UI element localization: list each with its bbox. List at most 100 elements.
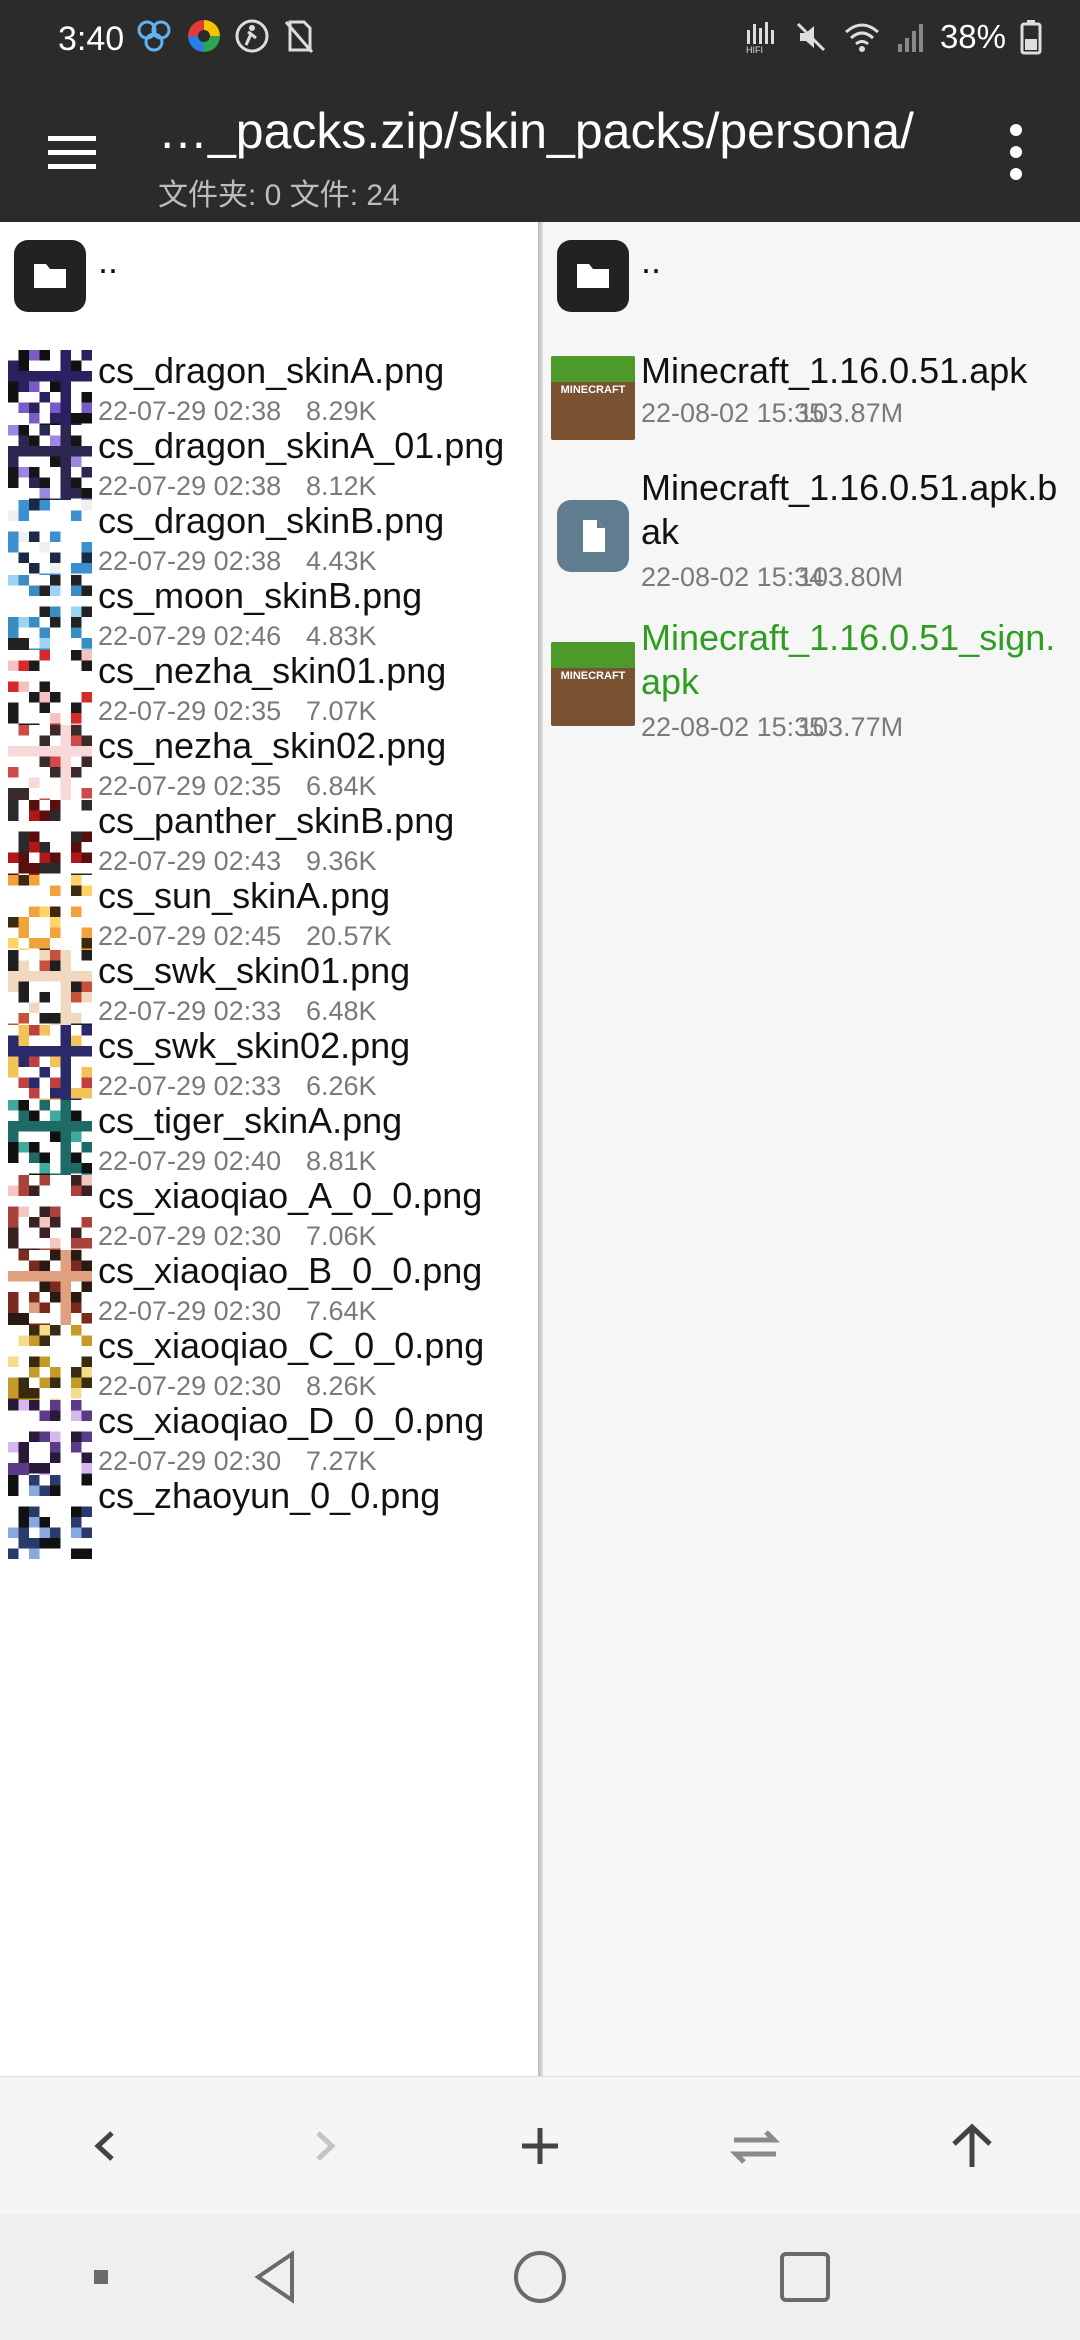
list-item[interactable]: cs_xiaoqiao_A_0_0.png 22-07-29 02:30 7.06K xyxy=(0,1175,538,1259)
file-date: 22-07-29 02:43 xyxy=(98,846,282,876)
list-item[interactable]: cs_nezha_skin02.png 22-07-29 02:35 6.84K xyxy=(0,725,538,809)
nav-back-icon[interactable] xyxy=(240,2240,314,2314)
file-size: 9.36K xyxy=(306,846,377,876)
forward-icon[interactable] xyxy=(288,2111,358,2181)
list-item[interactable]: cs_zhaoyun_0_0.png xyxy=(0,1475,538,1559)
file-name: cs_sun_skinA.png xyxy=(98,875,391,916)
parent-folder-label: .. xyxy=(98,240,119,281)
list-item[interactable]: cs_xiaoqiao_B_0_0.png 22-07-29 02:30 7.64K xyxy=(0,1250,538,1334)
file-date: 22-07-29 02:45 xyxy=(98,921,282,951)
file-name: cs_nezha_skin01.png xyxy=(98,650,447,691)
file-name: Minecraft_1.16.0.51.apk xyxy=(641,350,1028,391)
app-bar: …_packs.zip/skin_packs/persona/ 文件夹: 0 文… xyxy=(0,80,1080,222)
list-item[interactable]: Minecraft_1.16.0.51.apk.bak 22-08-02 15:… xyxy=(543,462,1080,612)
battery-icon xyxy=(1020,20,1042,55)
menu-dot-icon[interactable] xyxy=(64,2240,138,2314)
image-thumbnail-icon xyxy=(8,425,92,509)
parent-folder-row[interactable]: .. xyxy=(543,240,1080,320)
bottom-toolbar xyxy=(0,2076,1080,2214)
bubbles-icon xyxy=(137,20,171,52)
image-thumbnail-icon xyxy=(8,1025,92,1109)
mute-icon xyxy=(796,22,825,52)
file-size: 103.87M xyxy=(798,398,904,428)
document-icon xyxy=(557,500,629,572)
file-name: cs_xiaoqiao_D_0_0.png xyxy=(98,1400,485,1441)
folder-icon xyxy=(14,240,86,312)
file-size: 7.06K xyxy=(306,1221,377,1251)
svg-text:HIFI: HIFI xyxy=(746,45,763,54)
file-size: 6.84K xyxy=(306,771,377,801)
file-name: cs_moon_skinB.png xyxy=(98,575,423,616)
file-name: cs_dragon_skinA_01.png xyxy=(98,425,505,466)
file-name: cs_xiaoqiao_A_0_0.png xyxy=(98,1175,483,1216)
file-date: 22-07-29 02:35 xyxy=(98,771,282,801)
file-date: 22-07-29 02:40 xyxy=(98,1146,282,1176)
minecraft-icon: MINECRAFT xyxy=(551,356,635,440)
list-item[interactable]: cs_sun_skinA.png 22-07-29 02:45 20.57K xyxy=(0,875,538,959)
left-file-pane[interactable]: .. cs_dragon_skinA.png 22-07-29 02:38 8.29… xyxy=(0,222,538,2076)
file-date: 22-07-29 02:35 xyxy=(98,696,282,726)
right-file-pane[interactable]: .. MINECRAFT Minecraft_1.16.0.51.apk 22-… xyxy=(543,222,1080,2076)
image-thumbnail-icon xyxy=(8,1250,92,1334)
file-date: 22-07-29 02:38 xyxy=(98,396,282,426)
file-name: cs_xiaoqiao_B_0_0.png xyxy=(98,1250,483,1291)
file-size: 7.07K xyxy=(306,696,377,726)
list-item[interactable]: cs_swk_skin01.png 22-07-29 02:33 6.48K xyxy=(0,950,538,1034)
minecraft-logo-text: MINECRAFT xyxy=(560,384,626,396)
list-item[interactable]: cs_nezha_skin01.png 22-07-29 02:35 7.07K xyxy=(0,650,538,734)
status-left-icons xyxy=(134,18,316,54)
image-thumbnail-icon xyxy=(8,575,92,659)
image-thumbnail-icon xyxy=(8,1475,92,1559)
list-item[interactable]: cs_dragon_skinA.png 22-07-29 02:38 8.29K xyxy=(0,350,538,434)
file-name: cs_tiger_skinA.png xyxy=(98,1100,403,1141)
folder-file-counts: 文件夹: 0 文件: 24 xyxy=(158,179,400,212)
list-item[interactable]: MINECRAFT Minecraft_1.16.0.51_sign.apk 2… xyxy=(543,612,1080,762)
folder-icon xyxy=(557,240,629,312)
image-thumbnail-icon xyxy=(8,1325,92,1409)
list-item[interactable]: MINECRAFT Minecraft_1.16.0.51.apk 22-08-… xyxy=(543,350,1080,460)
list-item[interactable]: cs_xiaoqiao_D_0_0.png 22-07-29 02:30 7.27K xyxy=(0,1400,538,1484)
home-icon[interactable] xyxy=(503,2240,577,2314)
file-size: 7.27K xyxy=(306,1446,377,1476)
recents-icon[interactable] xyxy=(768,2240,842,2314)
image-thumbnail-icon xyxy=(8,1175,92,1259)
file-size: 4.43K xyxy=(306,546,377,576)
back-icon[interactable] xyxy=(72,2111,142,2181)
file-size: 103.80M xyxy=(798,562,904,592)
list-item[interactable]: cs_moon_skinB.png 22-07-29 02:46 4.83K xyxy=(0,575,538,659)
list-item[interactable]: cs_xiaoqiao_C_0_0.png 22-07-29 02:30 8.26K xyxy=(0,1325,538,1409)
file-date: 22-08-02 15:35 xyxy=(641,712,825,742)
no-sim-icon xyxy=(284,20,314,53)
file-size: 8.29K xyxy=(306,396,377,426)
list-item[interactable]: cs_panther_skinB.png 22-07-29 02:43 9.36K xyxy=(0,800,538,884)
image-thumbnail-icon xyxy=(8,950,92,1034)
file-date: 22-07-29 02:46 xyxy=(98,621,282,651)
list-item[interactable]: cs_swk_skin02.png 22-07-29 02:33 6.26K xyxy=(0,1025,538,1109)
hamburger-menu-icon[interactable] xyxy=(44,124,100,180)
file-date: 22-08-02 15:34 xyxy=(641,562,825,592)
image-thumbnail-icon xyxy=(8,800,92,884)
file-date: 22-08-02 15:35 xyxy=(641,398,825,428)
file-size: 8.81K xyxy=(306,1146,377,1176)
file-size: 8.26K xyxy=(306,1371,377,1401)
file-name: cs_panther_skinB.png xyxy=(98,800,455,841)
image-thumbnail-icon xyxy=(8,725,92,809)
image-thumbnail-icon xyxy=(8,350,92,434)
more-options-icon[interactable] xyxy=(986,116,1046,188)
file-size: 103.77M xyxy=(798,712,904,742)
image-thumbnail-icon xyxy=(8,650,92,734)
up-icon[interactable] xyxy=(937,2111,1007,2181)
parent-folder-row[interactable]: .. xyxy=(0,240,538,320)
system-nav-bar xyxy=(0,2214,1080,2340)
battery-percent: 38% xyxy=(939,18,1006,55)
file-name: cs_swk_skin01.png xyxy=(98,950,411,991)
list-item[interactable]: cs_dragon_skinA_01.png 22-07-29 02:38 8.12… xyxy=(0,425,538,509)
cell-signal-icon xyxy=(897,24,923,52)
add-icon[interactable] xyxy=(505,2111,575,2181)
list-item[interactable]: cs_dragon_skinB.png 22-07-29 02:38 4.43K xyxy=(0,500,538,584)
status-right-icons: HIFI 38% xyxy=(744,18,1042,56)
swap-icon[interactable] xyxy=(720,2111,790,2181)
list-item[interactable]: cs_tiger_skinA.png 22-07-29 02:40 8.81K xyxy=(0,1100,538,1184)
minecraft-logo-text: MINECRAFT xyxy=(560,670,626,682)
image-thumbnail-icon xyxy=(8,500,92,584)
